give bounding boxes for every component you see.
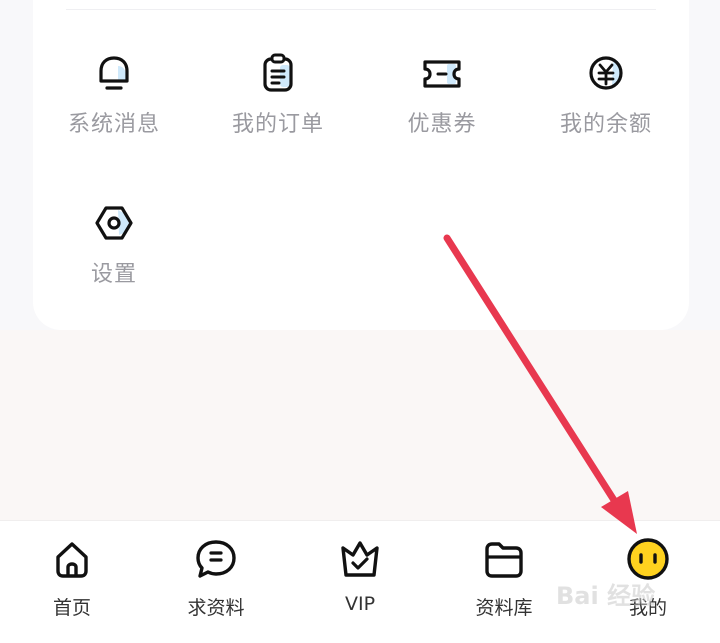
ticket-icon <box>423 60 461 88</box>
menu-item-my-balance[interactable]: 我的余额 <box>531 50 681 138</box>
tab-vip[interactable]: VIP <box>288 535 432 615</box>
tab-label: 首页 <box>52 597 91 619</box>
settings-hexagon-icon <box>95 206 133 240</box>
menu-card: 系统消息 我的订单 优惠券 我的余额 设置 <box>33 0 689 330</box>
menu-label: 优惠券 <box>407 112 477 137</box>
menu-label: 我的订单 <box>231 112 324 137</box>
folder-icon <box>485 542 523 578</box>
clipboard-icon <box>263 53 293 92</box>
tab-library[interactable]: 资料库 <box>432 535 576 620</box>
menu-label: 我的余额 <box>559 112 652 137</box>
tab-request-materials[interactable]: 求资料 <box>144 535 288 620</box>
menu-label: 设置 <box>90 262 137 287</box>
menu-item-coupons[interactable]: 优惠券 <box>367 50 517 138</box>
tab-label: 资料库 <box>475 597 533 619</box>
home-icon <box>56 542 88 578</box>
tab-home[interactable]: 首页 <box>0 535 144 620</box>
menu-item-system-messages[interactable]: 系统消息 <box>39 50 189 138</box>
crown-icon <box>341 541 379 577</box>
watermark: Bai 经验 <box>556 582 656 610</box>
menu-item-my-orders[interactable]: 我的订单 <box>203 50 353 138</box>
menu-label: 系统消息 <box>67 112 160 137</box>
tab-label: 求资料 <box>187 597 245 619</box>
divider <box>66 9 656 10</box>
chat-bubble-icon <box>196 540 236 578</box>
tab-label: VIP <box>344 593 376 615</box>
yen-coin-icon <box>589 56 623 90</box>
menu-item-settings[interactable]: 设置 <box>39 200 189 288</box>
bell-icon <box>99 56 129 90</box>
